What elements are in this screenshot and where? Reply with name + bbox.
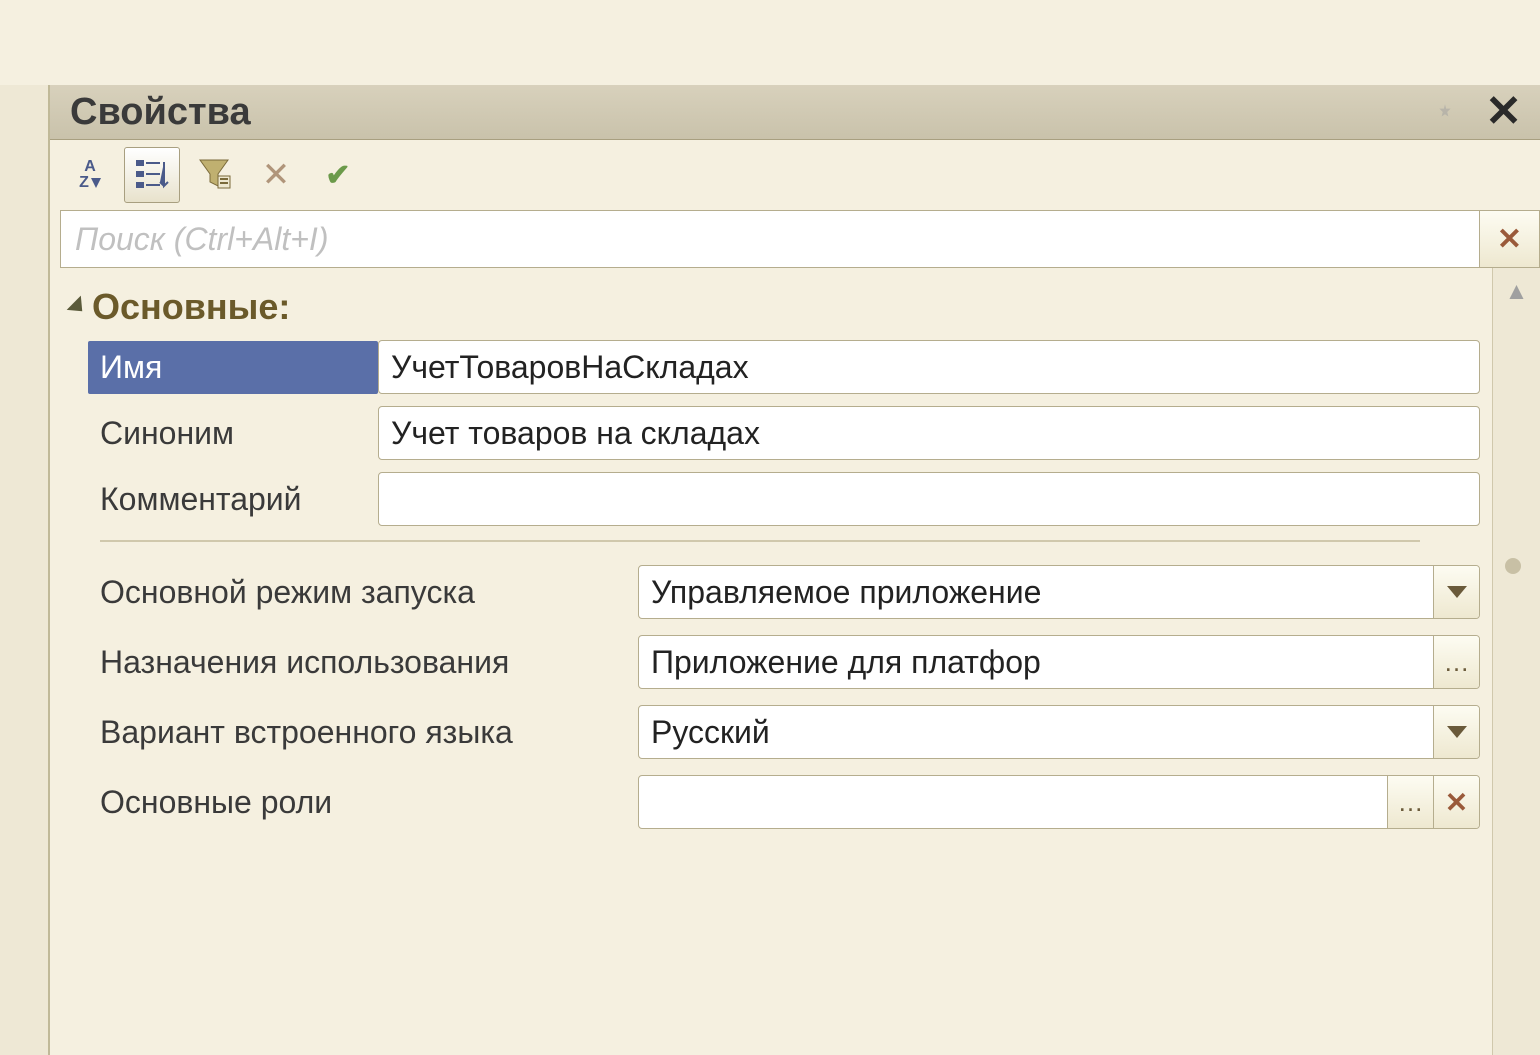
filter-button[interactable]: [186, 147, 242, 203]
scroll-up-icon[interactable]: ▲: [1493, 268, 1540, 316]
label-comment[interactable]: Комментарий: [88, 481, 378, 518]
close-panel-icon[interactable]: ✕: [1477, 90, 1530, 134]
field-language-variant[interactable]: Русский: [639, 714, 1433, 751]
scrollbar[interactable]: ▲: [1492, 268, 1540, 1055]
panel-title: Свойства: [70, 91, 1433, 134]
caret-down-icon: [67, 296, 90, 319]
dropdown-language-variant[interactable]: [1433, 706, 1479, 758]
input-synonym[interactable]: [378, 406, 1480, 460]
field-usage-assignments[interactable]: Приложение для платфор: [639, 644, 1433, 681]
dropdown-launch-mode[interactable]: [1433, 566, 1479, 618]
label-language-variant[interactable]: Вариант встроенного языка: [88, 714, 638, 751]
left-strip: [0, 85, 50, 1055]
panel-header: Свойства ✕: [50, 85, 1540, 140]
section-title: Основные:: [92, 286, 290, 328]
sort-alpha-button[interactable]: A Z: [62, 147, 118, 203]
sort-category-button[interactable]: [124, 147, 180, 203]
cancel-button[interactable]: ✕: [248, 147, 304, 203]
browse-main-roles[interactable]: …: [1387, 776, 1433, 828]
label-main-roles[interactable]: Основные роли: [88, 784, 638, 821]
clear-main-roles[interactable]: ✕: [1433, 776, 1479, 828]
section-header[interactable]: Основные:: [64, 280, 1540, 338]
label-synonym[interactable]: Синоним: [88, 415, 378, 452]
browse-usage-assignments[interactable]: …: [1433, 636, 1479, 688]
input-name[interactable]: [378, 340, 1480, 394]
divider: [100, 540, 1420, 542]
label-usage-assignments[interactable]: Назначения использования: [88, 644, 638, 681]
search-input[interactable]: [60, 210, 1480, 268]
label-launch-mode[interactable]: Основной режим запуска: [88, 574, 638, 611]
scroll-thumb[interactable]: [1505, 558, 1521, 574]
input-comment[interactable]: [378, 472, 1480, 526]
search-clear-button[interactable]: ✕: [1480, 210, 1540, 268]
apply-button[interactable]: ✔: [310, 147, 366, 203]
label-name[interactable]: Имя: [88, 341, 378, 394]
toolbar: A Z: [50, 140, 1540, 210]
field-launch-mode[interactable]: Управляемое приложение: [639, 574, 1433, 611]
pin-icon[interactable]: [1433, 100, 1457, 124]
